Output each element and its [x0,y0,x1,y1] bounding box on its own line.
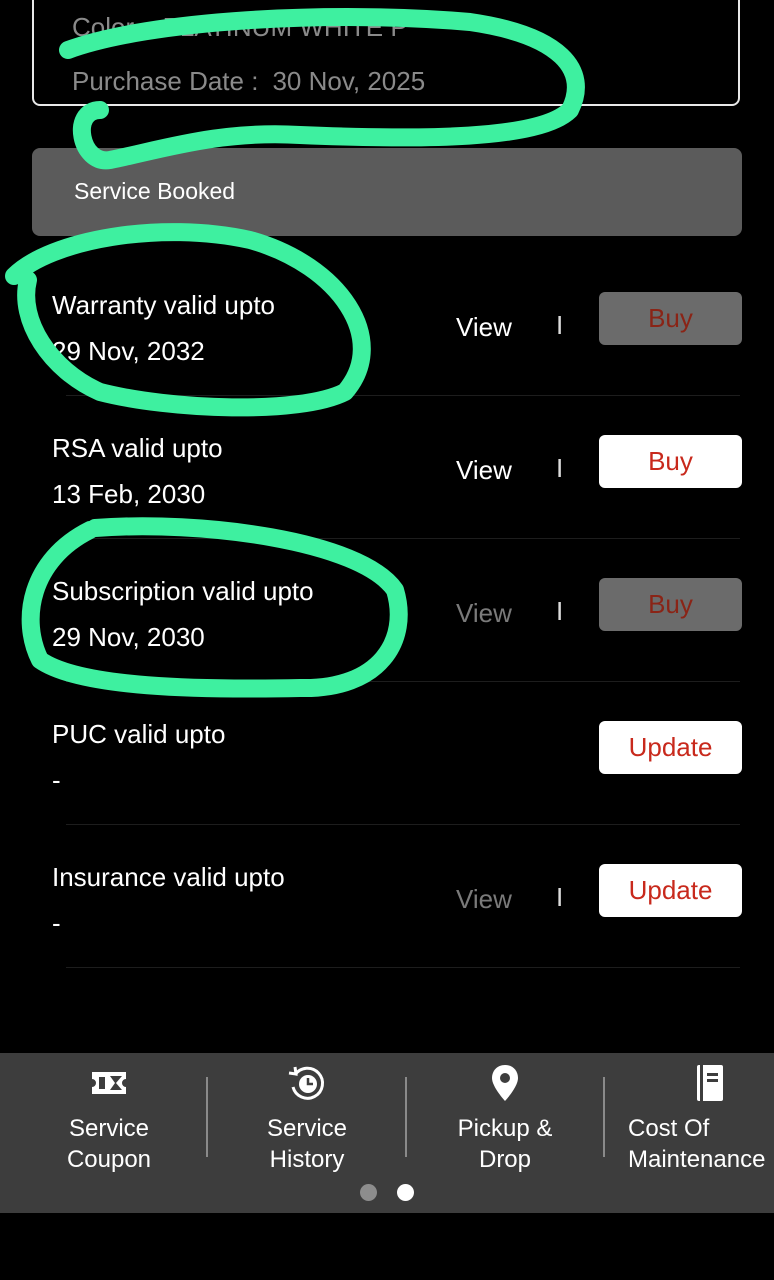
color-label: Color : [72,12,149,42]
vehicle-info-card: Color : PLATINUM WHITE P Purchase Date : 3… [32,0,740,106]
insurance-update-button[interactable]: Update [599,864,742,917]
puc-date: - [52,765,61,795]
subscription-date: 29 Nov, 2030 [52,622,205,652]
subscription-title: Subscription valid upto [52,576,314,606]
color-value: PLATINUM WHITE P [162,12,408,42]
nav-service-coupon[interactable]: Service Coupon [10,1063,208,1173]
color-line: Color : PLATINUM WHITE P [72,12,408,43]
rsa-buy-button[interactable]: Buy [599,435,742,488]
row-divider [66,967,740,968]
rsa-title: RSA valid upto [52,433,223,463]
purchase-date-label: Purchase Date : [72,66,259,96]
service-booked-banner[interactable]: Service Booked [32,148,742,236]
insurance-date: - [52,908,61,938]
row-divider [66,538,740,539]
rsa-row: RSA valid upto 13 Feb, 2030 View I Buy [0,397,774,539]
nav-cost-of-maintenance[interactable]: Cost Of Maintenance [604,1063,774,1173]
subscription-buy-button[interactable]: Buy [599,578,742,631]
row-divider [66,824,740,825]
nav-cost-of-maintenance-label: Cost Of Maintenance [628,1115,766,1173]
puc-row: PUC valid upto - Update [0,683,774,825]
nav-service-history[interactable]: Service History [208,1063,406,1173]
location-pin-icon [492,1065,518,1101]
warranty-buy-button[interactable]: Buy [599,292,742,345]
nav-pickup-drop-label: Pickup & Drop [457,1115,553,1173]
history-icon [288,1066,325,1100]
warranty-row: Warranty valid upto 29 Nov, 2032 View I … [0,254,774,396]
rsa-separator: I [556,453,564,483]
nav-pickup-drop[interactable]: Pickup & Drop [406,1063,604,1173]
nav-service-coupon-label: Service Coupon [66,1115,152,1173]
document-icon [697,1065,723,1101]
warranty-view-link[interactable]: View [456,312,512,343]
puc-title: PUC valid upto [52,719,226,749]
insurance-view-link[interactable]: View [456,884,512,915]
page-dot[interactable] [360,1184,377,1201]
insurance-title: Insurance valid upto [52,862,285,892]
insurance-separator: I [556,882,564,912]
rsa-view-link[interactable]: View [456,455,512,486]
rsa-date: 13 Feb, 2030 [52,479,206,509]
page-dot-active[interactable] [397,1184,414,1201]
puc-update-button[interactable]: Update [599,721,742,774]
page-indicator [0,1184,774,1201]
subscription-view-link[interactable]: View [456,598,512,629]
insurance-row: Insurance valid upto - View I Update [0,826,774,968]
subscription-row: Subscription valid upto 29 Nov, 2030 Vie… [0,540,774,682]
vehicle-details-screen: Color : PLATINUM WHITE P Purchase Date : 3… [0,0,774,1280]
warranty-date: 29 Nov, 2032 [52,336,205,366]
coupon-icon [92,1072,126,1094]
subscription-separator: I [556,596,564,626]
nav-service-history-label: Service History [266,1115,348,1173]
purchase-date-value: 30 Nov, 2025 [272,66,426,96]
warranty-title: Warranty valid upto [52,290,276,320]
row-divider [66,395,740,396]
bottom-navigation: Service Coupon Service History Pickup & … [0,1053,774,1213]
row-divider [66,681,740,682]
purchase-date-line: Purchase Date : 30 Nov, 2025 [72,66,425,97]
warranty-separator: I [556,310,564,340]
service-booked-text: Service Booked [74,178,236,204]
